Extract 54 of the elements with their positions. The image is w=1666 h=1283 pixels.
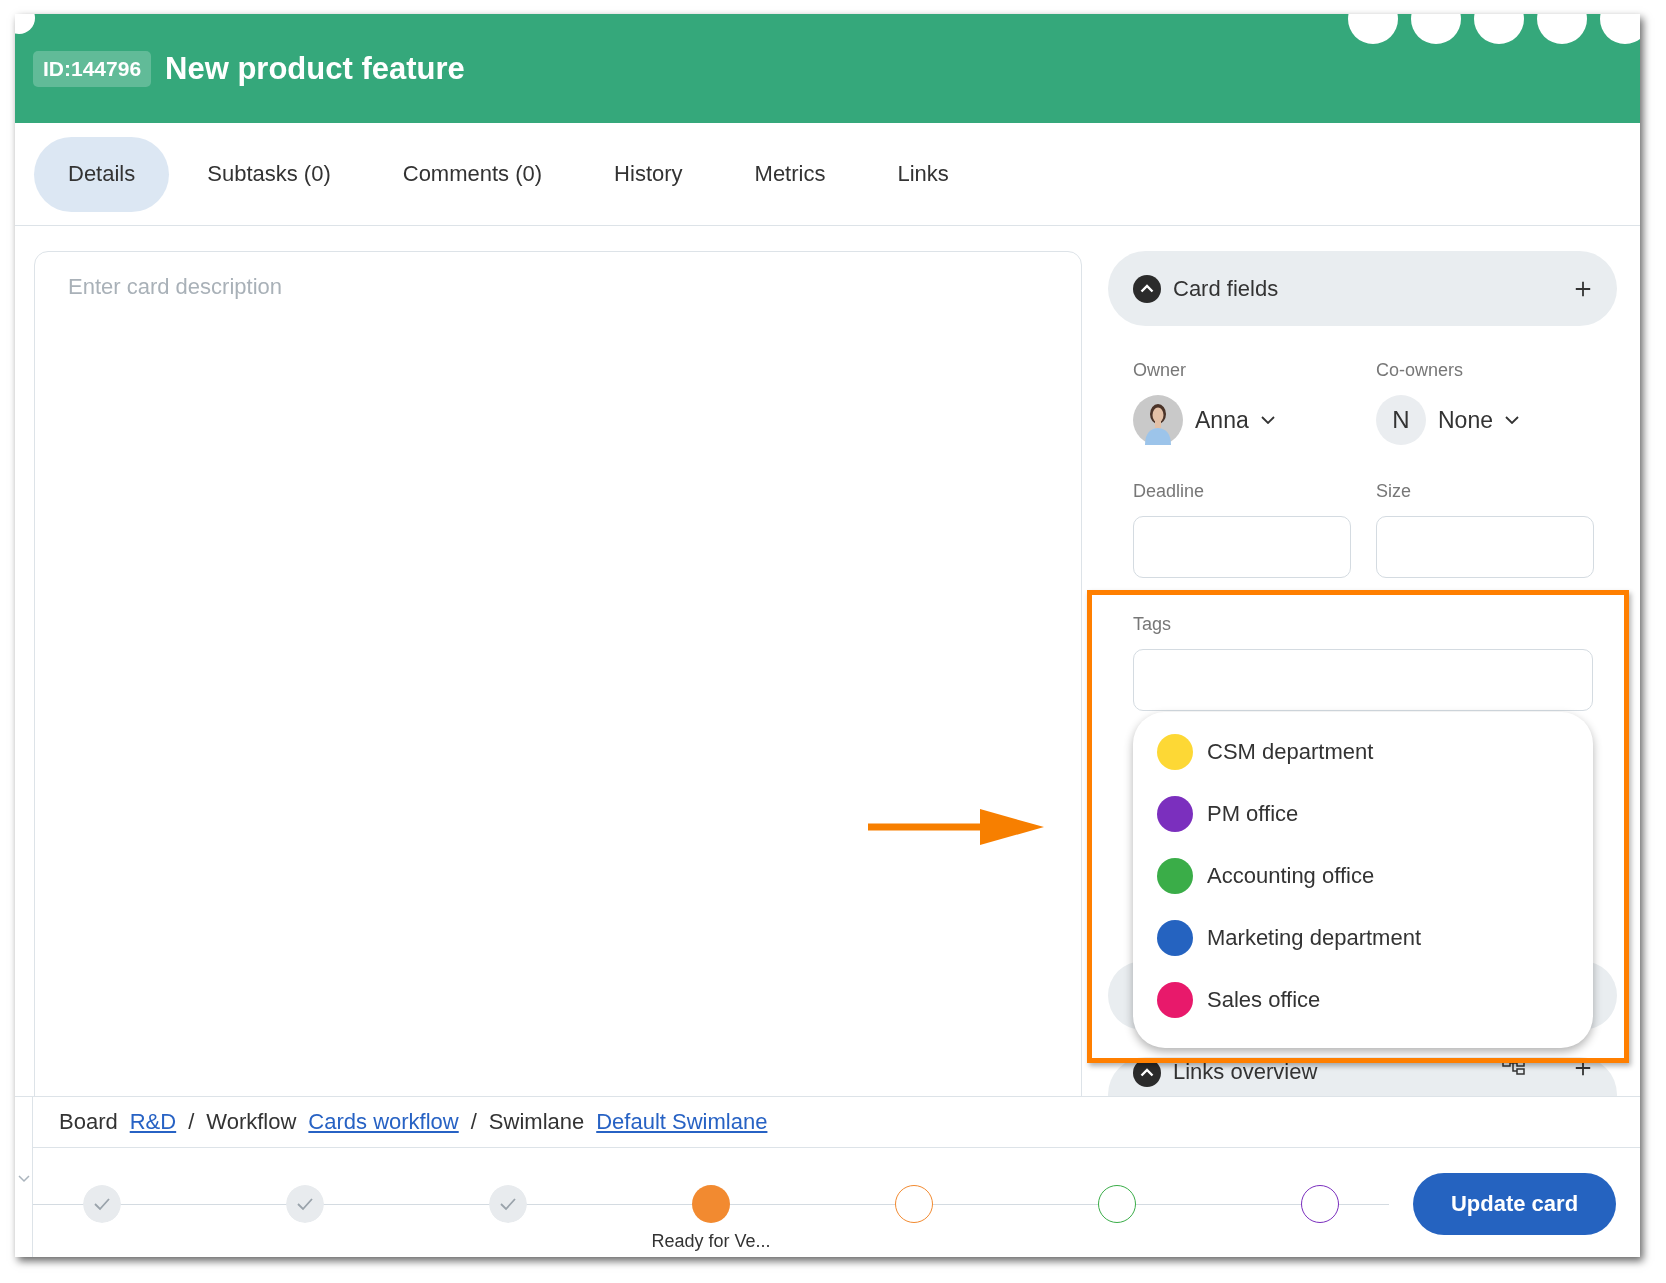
tag-label: Accounting office — [1207, 863, 1375, 889]
step[interactable] — [895, 1185, 933, 1223]
tag-option[interactable]: Sales office — [1157, 982, 1569, 1018]
card-title: New product feature — [165, 50, 465, 87]
owner-dropdown[interactable]: Anna — [1195, 406, 1275, 434]
tag-label: Sales office — [1207, 987, 1321, 1013]
breadcrumb-link[interactable]: Cards workflow — [308, 1109, 459, 1135]
tab[interactable]: Comments (0) — [368, 136, 577, 212]
completed-step-icon[interactable] — [83, 1185, 121, 1223]
tags-field[interactable] — [1133, 649, 1593, 711]
tab[interactable]: Metrics — [720, 136, 860, 212]
tag-option[interactable]: CSM department — [1157, 734, 1569, 770]
tag-label: Marketing department — [1207, 925, 1421, 951]
tag-option[interactable]: PM office — [1157, 796, 1569, 832]
completed-step-icon[interactable] — [286, 1185, 324, 1223]
step[interactable] — [1301, 1185, 1339, 1223]
breadcrumb-text: Board — [59, 1109, 118, 1135]
tab[interactable]: Details — [34, 136, 170, 212]
breadcrumb-link[interactable]: R&D — [129, 1109, 177, 1135]
size-field[interactable] — [1376, 516, 1594, 578]
section-header[interactable]: Card fields — [1108, 251, 1617, 326]
completed-step-icon[interactable] — [489, 1185, 527, 1223]
tab[interactable]: History — [580, 136, 717, 212]
caret-icon — [1505, 416, 1519, 424]
breadcrumb-text: Swimlane — [488, 1109, 585, 1135]
step-label: Ready for Ve... — [651, 1231, 771, 1252]
tag-label: PM office — [1207, 801, 1299, 827]
tab[interactable]: Links — [863, 136, 983, 212]
section-title: Card fields — [1173, 275, 1280, 302]
placeholder: Enter card description — [68, 274, 282, 299]
section-title: Links overview — [1173, 1059, 1319, 1085]
update-card-button[interactable]: Update card — [1413, 1173, 1616, 1235]
breadcrumb-link[interactable]: Default Swimlane — [596, 1109, 768, 1135]
tag-label: CSM department — [1207, 739, 1374, 765]
chevron-icon[interactable] — [1133, 274, 1161, 303]
breadcrumb-text: / — [470, 1109, 477, 1135]
co-owners-dropdown[interactable]: None — [1438, 406, 1519, 434]
breadcrumb-text: / — [188, 1109, 195, 1135]
breadcrumb-text: Workflow — [206, 1109, 297, 1135]
field-label: Size — [1376, 481, 1412, 502]
card-id-badge: ID:144796 — [33, 50, 152, 87]
deadline-field[interactable] — [1133, 516, 1351, 578]
avatar: N — [1376, 395, 1426, 445]
field-label: Tags — [1133, 614, 1173, 635]
field-label: Co-owners — [1376, 360, 1465, 381]
step[interactable] — [1098, 1185, 1136, 1223]
current-step[interactable] — [692, 1185, 730, 1223]
plus-icon[interactable] — [1574, 279, 1592, 298]
field-label: Deadline — [1133, 481, 1206, 502]
tag-option[interactable]: Marketing department — [1157, 920, 1569, 956]
caret-icon — [1260, 416, 1275, 424]
field-label: Owner — [1133, 360, 1187, 381]
tag-option[interactable]: Accounting office — [1157, 858, 1569, 894]
tab[interactable]: Subtasks (0) — [173, 136, 365, 212]
